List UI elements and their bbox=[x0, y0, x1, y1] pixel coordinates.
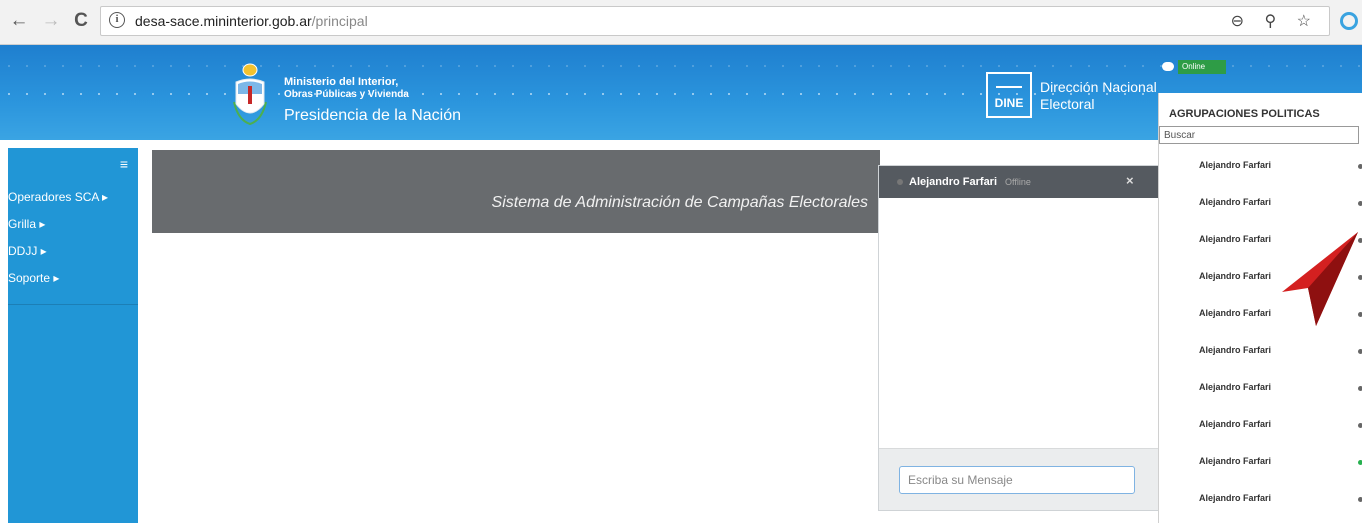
direction-title-line1: Dirección Nacional bbox=[1040, 79, 1157, 95]
back-arrow-icon[interactable]: ← bbox=[8, 10, 30, 32]
contact-name: Alejandro Farfari bbox=[1199, 197, 1272, 207]
contact-item[interactable]: Alejandro Farfari bbox=[1179, 190, 1362, 218]
dine-logo: DINE bbox=[986, 72, 1032, 118]
sidebar-item-ddjj[interactable]: DDJJ ▸ bbox=[8, 238, 138, 264]
reload-icon[interactable]: C bbox=[70, 10, 92, 32]
contact-name: Alejandro Farfari bbox=[1199, 271, 1272, 281]
presence-dot-icon bbox=[1358, 349, 1362, 354]
close-icon[interactable]: × bbox=[1126, 173, 1134, 188]
contact-name: Alejandro Farfari bbox=[1199, 234, 1272, 244]
ministry-title-line3: Presidencia de la Nación bbox=[284, 107, 461, 124]
contact-name: Alejandro Farfari bbox=[1199, 345, 1272, 355]
presence-dot-icon bbox=[1358, 386, 1362, 391]
presence-dot-icon bbox=[1358, 423, 1362, 428]
omnibox-actions-icons[interactable]: ⊖ ⚲ ☆ bbox=[1231, 11, 1319, 31]
contact-name: Alejandro Farfari bbox=[1199, 160, 1272, 170]
url-host: desa-sace.mininterior.gob.ar bbox=[135, 13, 312, 29]
ministry-title-line2: Obras Públicas y Vivienda bbox=[284, 89, 409, 100]
contact-item[interactable]: Alejandro Farfari bbox=[1179, 449, 1362, 477]
hamburger-menu-icon[interactable]: ≡ bbox=[120, 156, 128, 172]
chat-contact-status: Offline bbox=[1005, 177, 1031, 187]
ministry-title-line1: Ministerio del Interior, bbox=[284, 76, 399, 88]
contact-item[interactable]: Alejandro Farfari bbox=[1179, 338, 1362, 366]
extension-icon[interactable] bbox=[1340, 12, 1358, 30]
dine-logo-text: DINE bbox=[994, 96, 1024, 110]
sidebar-divider bbox=[8, 304, 138, 305]
banner-decoration bbox=[0, 65, 1362, 67]
page-title: Sistema de Administración de Campañas El… bbox=[491, 194, 868, 211]
online-status-badge[interactable]: Online bbox=[1178, 60, 1226, 74]
chat-bubble-icon bbox=[1162, 62, 1174, 71]
browser-toolbar: ← → C i desa-sace.mininterior.gob.ar/pri… bbox=[0, 0, 1362, 45]
address-bar[interactable]: i desa-sace.mininterior.gob.ar/principal… bbox=[100, 6, 1330, 36]
argentina-coat-of-arms-icon bbox=[233, 63, 267, 126]
red-pointer-arrow-icon bbox=[1282, 232, 1358, 326]
contact-item[interactable]: Alejandro Farfari bbox=[1179, 153, 1362, 181]
message-input[interactable] bbox=[899, 466, 1135, 494]
url-text[interactable]: desa-sace.mininterior.gob.ar/principal bbox=[135, 13, 368, 29]
chat-footer bbox=[879, 448, 1159, 510]
direction-title-line2: Electoral bbox=[1040, 96, 1095, 112]
presence-dot-icon bbox=[1358, 460, 1362, 465]
info-icon[interactable]: i bbox=[109, 12, 125, 28]
contact-name: Alejandro Farfari bbox=[1199, 456, 1272, 466]
contact-item[interactable]: Alejandro Farfari bbox=[1179, 486, 1362, 514]
sidebar-item-operadores[interactable]: Operadores SCA ▸ bbox=[8, 184, 138, 210]
presence-dot-icon bbox=[1358, 164, 1362, 169]
presence-dot-icon bbox=[1358, 497, 1362, 502]
presence-dot-icon bbox=[1358, 201, 1362, 206]
page-header: Sistema de Administración de Campañas El… bbox=[152, 150, 880, 233]
contact-item[interactable]: Alejandro Farfari bbox=[1179, 375, 1362, 403]
chat-header[interactable]: Alejandro Farfari Offline × bbox=[879, 166, 1159, 198]
url-path: /principal bbox=[311, 13, 368, 29]
sidebar-item-soporte[interactable]: Soporte ▸ bbox=[8, 265, 138, 291]
contact-name: Alejandro Farfari bbox=[1199, 382, 1272, 392]
contact-item[interactable]: Alejandro Farfari bbox=[1179, 412, 1362, 440]
chat-window: Alejandro Farfari Offline × bbox=[878, 165, 1160, 511]
panel-title: AGRUPACIONES POLITICAS bbox=[1169, 108, 1320, 120]
forward-arrow-icon[interactable]: → bbox=[40, 10, 62, 32]
sidebar-item-grilla[interactable]: Grilla ▸ bbox=[8, 211, 138, 237]
search-input[interactable] bbox=[1159, 126, 1359, 144]
chat-contact-name: Alejandro Farfari bbox=[909, 176, 998, 188]
status-dot-icon bbox=[897, 179, 903, 185]
contact-name: Alejandro Farfari bbox=[1199, 308, 1272, 318]
contact-name: Alejandro Farfari bbox=[1199, 493, 1272, 503]
dine-logo-rule bbox=[996, 86, 1022, 88]
contact-name: Alejandro Farfari bbox=[1199, 419, 1272, 429]
sidebar: ≡ Operadores SCA ▸ Grilla ▸ DDJJ ▸ Sopor… bbox=[8, 148, 138, 523]
